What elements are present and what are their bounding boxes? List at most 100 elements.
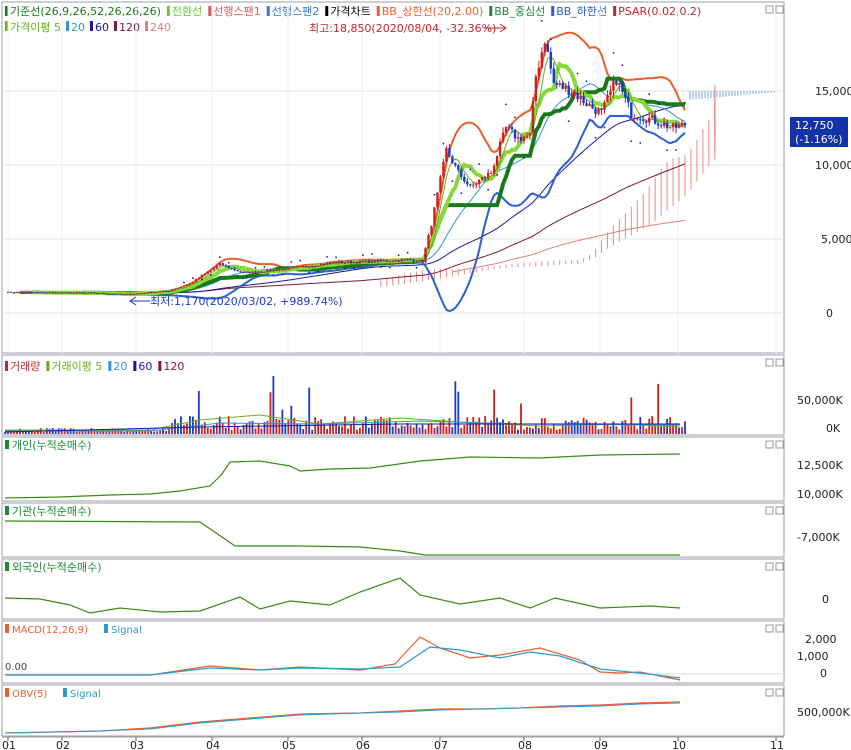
- legend-item-2: 선행스팬1: [213, 5, 260, 18]
- candle-body: [391, 261, 394, 263]
- candle-body: [483, 177, 487, 179]
- candle-body: [558, 83, 561, 85]
- obv-tick: 500,000K: [797, 706, 850, 719]
- candle-body: [290, 267, 293, 269]
- stock-chart: 기준선(26,9,26,52,26,26,26) 전환선 선행스팬1 선행스팬2 가격차…: [0, 0, 851, 750]
- volume-bar: [529, 427, 531, 434]
- candle-body: [618, 82, 621, 85]
- candle-body: [343, 262, 347, 264]
- candle-body: [639, 119, 642, 121]
- month-label-04: 04: [206, 739, 220, 750]
- volume-bar: [302, 429, 305, 434]
- psar-dot: [209, 274, 212, 276]
- psar-dot: [576, 72, 579, 75]
- volume-bar: [526, 427, 528, 434]
- candle-body: [421, 259, 424, 263]
- macd-tick-0: 0: [820, 667, 827, 680]
- volume-bar: [481, 426, 484, 434]
- candle-body: [302, 266, 305, 268]
- psar-dot: [612, 51, 615, 54]
- candle-body: [531, 101, 535, 133]
- candle-body: [269, 269, 272, 271]
- volume-bar: [576, 420, 579, 434]
- candle-body: [621, 82, 624, 92]
- candle-body: [489, 172, 493, 174]
- volume-bar: [245, 423, 248, 434]
- candle-body: [114, 293, 117, 295]
- current-price: 12,750: [795, 119, 834, 132]
- volume-bar: [254, 428, 257, 434]
- individual-tick-12500k: 12,500K: [797, 459, 843, 472]
- psar-dot: [183, 281, 185, 284]
- volume-bar: [203, 422, 206, 434]
- panel-close-4: [775, 562, 784, 571]
- volume-bar: [153, 431, 156, 434]
- psar-dot: [406, 251, 409, 254]
- candle-body: [609, 90, 612, 96]
- candle-body: [418, 259, 421, 262]
- candle-body: [6, 291, 10, 293]
- candle-body: [463, 176, 466, 182]
- volume-bar: [266, 420, 269, 434]
- volume-bar: [191, 416, 194, 434]
- psar-dot: [558, 109, 561, 112]
- candle-body: [221, 263, 224, 266]
- candle-body: [540, 52, 544, 68]
- candle-body: [594, 108, 597, 114]
- candle-body: [308, 266, 311, 268]
- current-change: (-1.16%): [795, 133, 843, 146]
- volume-bar: [221, 423, 224, 434]
- psar-dot: [675, 149, 677, 151]
- candle-body: [27, 292, 31, 294]
- candle-body: [451, 156, 454, 164]
- institution-tick: -7,000K: [797, 531, 840, 544]
- candle-body: [349, 261, 353, 264]
- candle-body: [138, 293, 141, 295]
- volume-bar: [174, 419, 176, 434]
- candle-body: [143, 293, 147, 295]
- candle-body: [367, 260, 371, 263]
- psar-dot: [254, 266, 257, 269]
- price-tick-15000: 15,000: [815, 85, 851, 98]
- candle-body: [54, 292, 57, 294]
- volume-bar: [490, 420, 493, 434]
- psar-dot: [567, 120, 570, 123]
- volume-bar: [347, 428, 349, 434]
- volume-bar: [257, 422, 260, 434]
- psar-dot: [594, 136, 597, 139]
- volume-bar: [511, 423, 513, 434]
- candle-body: [126, 293, 129, 295]
- psar-dot: [487, 188, 490, 191]
- candle-body: [478, 180, 481, 184]
- candle-body: [152, 292, 156, 294]
- volume-bar: [609, 426, 612, 434]
- volume-bar: [424, 429, 427, 434]
- volume-bar: [209, 428, 212, 434]
- psar-dot: [549, 38, 552, 41]
- candle-body: [600, 108, 603, 110]
- volume-bar: [165, 430, 167, 434]
- volume-bar: [505, 425, 507, 434]
- individual-legend-swatch: [5, 440, 9, 449]
- candle-body: [522, 136, 526, 141]
- panel-close-0: [775, 5, 784, 14]
- candle-body: [636, 117, 639, 120]
- psar-dot: [361, 254, 364, 257]
- candle-body: [570, 93, 573, 96]
- legend-item-8: PSAR(0.02,0.2): [618, 5, 701, 18]
- legend-item-3: 60: [138, 360, 152, 373]
- candle-body: [582, 96, 585, 104]
- candle-body: [90, 292, 93, 294]
- candle-body: [328, 262, 332, 264]
- volume-bar: [454, 381, 457, 434]
- psar-dot: [379, 266, 382, 269]
- psar-dot: [245, 276, 248, 278]
- volume-bar: [597, 429, 600, 434]
- volume-bar: [633, 425, 636, 434]
- volume-bar: [436, 426, 439, 434]
- candle-body: [454, 163, 457, 166]
- psar-dot: [442, 142, 445, 145]
- foreign-legend: 외국인(누적순매수): [12, 561, 102, 574]
- candle-body: [591, 104, 594, 109]
- candle-body: [555, 82, 558, 85]
